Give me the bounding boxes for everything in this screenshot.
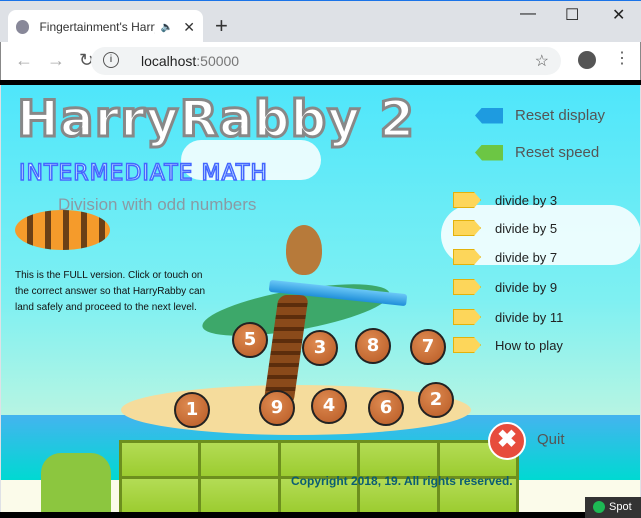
option-divide-by-7[interactable]: divide by 7 (453, 249, 557, 265)
close-window-button[interactable]: ✕ (612, 5, 625, 25)
yellow-tag-icon (453, 279, 481, 295)
option-divide-by-3[interactable]: divide by 3 (453, 192, 557, 208)
yellow-tag-icon (453, 220, 481, 236)
yellow-tag-icon (453, 192, 481, 208)
option-label: divide by 3 (495, 192, 558, 208)
answer-ball[interactable]: 2 (418, 382, 454, 418)
answer-ball[interactable]: 3 (302, 330, 338, 366)
answer-ball[interactable]: 5 (232, 322, 268, 358)
answer-ball[interactable]: 9 (259, 390, 295, 426)
minimize-button[interactable]: — (520, 5, 536, 23)
quit-button[interactable]: ✖ (488, 422, 526, 460)
url-port: :50000 (196, 53, 240, 69)
answer-ball[interactable]: 7 (410, 329, 446, 365)
reset-display-label: Reset display (515, 107, 606, 124)
answer-ball[interactable]: 8 (355, 328, 391, 364)
harry-rabby-character (286, 225, 322, 275)
browser-toolbar: ← → ↻ i localhost:50000 ☆ ⋮ (0, 42, 641, 80)
spotify-icon (593, 501, 605, 514)
option-divide-by-5[interactable]: divide by 5 (453, 220, 557, 236)
option-label: divide by 7 (495, 249, 558, 265)
option-how-to-play[interactable]: How to play (453, 337, 563, 353)
game-subtitle: INTERMEDIATE MATH (18, 160, 268, 187)
back-button[interactable]: ← (15, 50, 33, 71)
option-label: divide by 5 (495, 220, 558, 236)
close-tab-icon[interactable]: ✕ (183, 19, 195, 36)
spotify-label: Spot (609, 501, 632, 513)
new-tab-button[interactable]: + (215, 13, 228, 39)
profile-icon[interactable] (578, 51, 596, 69)
copyright-text: Copyright 2018, 19. All rights reserved. (291, 474, 513, 488)
spotify-taskbar-item[interactable]: Spot (585, 497, 641, 518)
option-divide-by-9[interactable]: divide by 9 (453, 279, 557, 295)
green-tag-icon (475, 144, 503, 161)
url-host: localhost (141, 53, 197, 69)
reset-display-button[interactable]: Reset display (475, 107, 605, 124)
menu-icon[interactable]: ⋮ (614, 48, 630, 68)
info-icon[interactable]: i (103, 52, 119, 68)
browser-tabstrip: Fingertainment's Harry Rabby 2 🔈 ✕ + — ☐… (0, 0, 641, 44)
yellow-tag-icon (453, 337, 481, 353)
option-label: divide by 9 (495, 279, 558, 295)
speaker-icon[interactable]: 🔈 (161, 22, 173, 33)
game-canvas[interactable]: HarryRabby 2 INTERMEDIATE MATH Division … (1, 85, 640, 512)
tab-title: Fingertainment's Harry Rabby 2 (39, 20, 155, 34)
quit-label[interactable]: Quit (537, 431, 565, 448)
bush (41, 453, 111, 512)
yellow-tag-icon (453, 249, 481, 265)
option-label: divide by 11 (495, 309, 564, 325)
forward-button[interactable]: → (47, 50, 65, 71)
answer-ball[interactable]: 6 (368, 390, 404, 426)
yellow-tag-icon (453, 309, 481, 325)
instructions-text: This is the FULL version. Click or touch… (15, 270, 206, 313)
answer-ball[interactable]: 1 (174, 392, 210, 428)
bee-character (15, 210, 110, 250)
reset-speed-label: Reset speed (515, 144, 600, 161)
browser-tab[interactable]: Fingertainment's Harry Rabby 2 🔈 ✕ (8, 10, 203, 44)
option-label: How to play (495, 337, 563, 353)
bookmark-star-icon[interactable]: ☆ (535, 51, 549, 71)
game-mode: Division with odd numbers (58, 195, 257, 214)
blue-tag-icon (475, 107, 503, 124)
option-divide-by-11[interactable]: divide by 11 (453, 309, 563, 325)
divider (0, 512, 641, 518)
favicon-icon (16, 20, 30, 34)
answer-ball[interactable]: 4 (311, 388, 347, 424)
address-bar[interactable]: i localhost:50000 ☆ (91, 47, 561, 75)
reset-speed-button[interactable]: Reset speed (475, 144, 599, 161)
game-logo: HarryRabby 2 (15, 89, 416, 150)
maximize-button[interactable]: ☐ (565, 5, 579, 25)
